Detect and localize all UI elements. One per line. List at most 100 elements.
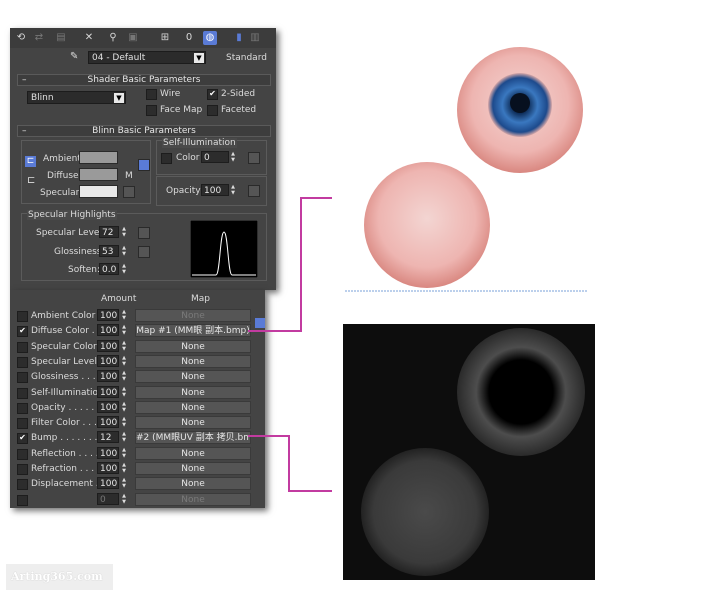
map-enable-checkbox[interactable] (17, 479, 28, 491)
map-amount-field[interactable]: 100 (97, 400, 119, 413)
map-amount-field[interactable]: 100 (97, 309, 119, 321)
face-map-checkbox[interactable] (146, 105, 157, 116)
go-to-parent-icon[interactable]: ▥ (248, 31, 262, 45)
faceted-checkbox[interactable] (207, 105, 218, 116)
map-amount-spinner[interactable]: ▲ ▼ (121, 340, 127, 352)
map-amount-field[interactable]: 100 (97, 416, 119, 429)
map-enable-checkbox[interactable]: ✔ (17, 433, 28, 445)
assign-material-icon[interactable]: ▤ (54, 31, 68, 45)
opacity-map-button[interactable] (248, 185, 260, 197)
material-name-dropdown[interactable]: 04 - Default ▼ (88, 51, 206, 64)
wire-checkbox[interactable] (146, 89, 157, 100)
map-slot-button[interactable]: Map #1 (MM眼 副本.bmp) (135, 324, 251, 338)
map-slot-button[interactable]: None (135, 477, 251, 491)
shader-basic-rollout-header[interactable]: – Shader Basic Parameters (17, 74, 271, 86)
map-amount-spinner[interactable]: ▲ ▼ (121, 447, 127, 459)
two-sided-checkbox[interactable]: ✔ (207, 89, 218, 100)
map-amount-field[interactable]: 0 (97, 492, 119, 505)
map-enable-checkbox[interactable] (17, 494, 28, 506)
self-illum-color-checkbox[interactable] (161, 153, 172, 164)
self-illum-map-button[interactable] (248, 152, 260, 164)
map-amount-field[interactable]: 100 (97, 339, 119, 352)
map-slot-button[interactable]: None (135, 309, 251, 322)
put-to-library-icon[interactable]: ▣ (126, 31, 140, 45)
map-enable-checkbox[interactable]: ✔ (17, 326, 28, 338)
map-enable-checkbox[interactable] (17, 464, 28, 475)
self-illum-spinner[interactable]: ▲ ▼ (230, 151, 236, 163)
material-effects-channel-icon[interactable]: ⊞ (158, 31, 172, 45)
specular-level-label: Specular Level: (36, 228, 105, 238)
diffuse-map-button[interactable]: M (125, 171, 133, 181)
pick-material-icon[interactable]: ⟲ (14, 31, 28, 45)
map-amount-spinner[interactable]: ▲ ▼ (121, 324, 127, 336)
map-slot-button[interactable]: None (135, 354, 251, 368)
map-amount-spinner[interactable]: ▲ ▼ (121, 493, 127, 505)
eyedropper-icon[interactable]: ✎ (70, 51, 78, 62)
lock-diffuse-specular-icon[interactable]: ⊏ (27, 175, 35, 186)
map-amount-field[interactable]: 100 (97, 477, 119, 490)
map-amount-field[interactable]: 100 (97, 324, 119, 337)
glossiness-map-button[interactable] (138, 246, 150, 258)
opacity-value-field[interactable]: 100 (201, 184, 229, 196)
map-amount-spinner[interactable]: ▲ ▼ (121, 401, 127, 413)
shader-type-dropdown[interactable]: Blinn ▼ (27, 91, 126, 104)
map-slot-button[interactable]: None (135, 416, 251, 430)
specular-level-field[interactable]: 72 (99, 226, 119, 238)
map-amount-spinner[interactable]: ▲ ▼ (121, 386, 127, 398)
map-enable-checkbox[interactable] (17, 418, 28, 430)
map-amount-spinner[interactable]: ▲ ▼ (121, 309, 127, 321)
map-amount-field[interactable]: 100 (97, 462, 119, 474)
soften-spinner[interactable]: ▲ ▼ (121, 263, 127, 275)
map-enable-checkbox[interactable] (17, 402, 28, 414)
map-amount-spinner[interactable]: ▲ ▼ (121, 462, 127, 474)
opacity-spinner[interactable]: ▲ ▼ (230, 184, 236, 196)
specular-level-spinner[interactable]: ▲ ▼ (121, 226, 127, 238)
map-amount-spinner[interactable]: ▲ ▼ (121, 477, 127, 489)
map-enable-checkbox[interactable] (17, 356, 28, 368)
map-enable-checkbox[interactable] (17, 448, 28, 460)
map-amount-field[interactable]: 100 (97, 385, 119, 398)
specular-level-map-button[interactable] (138, 227, 150, 239)
map-amount-spinner[interactable]: ▲ ▼ (121, 431, 127, 443)
map-amount-field[interactable]: 12 (97, 431, 119, 444)
ambient-diffuse-lock-button[interactable] (138, 159, 150, 171)
map-slot-button[interactable]: None (135, 339, 251, 353)
map-enable-checkbox[interactable] (17, 341, 28, 353)
specular-color-swatch[interactable] (79, 185, 118, 198)
reset-map-icon[interactable]: ✕ (82, 31, 96, 45)
map-slot-button[interactable]: None (135, 370, 251, 384)
soften-field[interactable]: 0.0 (99, 263, 119, 275)
self-illumination-label: Self-Illumination (162, 138, 237, 148)
make-unique-icon[interactable]: ⚲ (106, 31, 120, 45)
show-map-in-viewport-icon[interactable]: ◍ (203, 31, 217, 45)
map-amount-field[interactable]: 100 (97, 354, 119, 367)
self-illum-value-field[interactable]: 0 (201, 151, 229, 163)
ambient-color-swatch[interactable] (79, 151, 118, 164)
watermark-logo: Arting365.com (6, 564, 113, 590)
put-to-scene-icon[interactable]: ⇄ (32, 31, 46, 45)
map-amount-spinner[interactable]: ▲ ▼ (121, 416, 127, 428)
map-slot-button[interactable]: None (135, 462, 251, 475)
map-enable-checkbox[interactable] (17, 372, 28, 384)
blinn-basic-rollout-header[interactable]: – Blinn Basic Parameters (17, 125, 271, 137)
map-slot-button[interactable]: None (135, 446, 251, 460)
map-side-button[interactable] (255, 318, 265, 328)
map-amount-spinner[interactable]: ▲ ▼ (121, 355, 127, 367)
map-enable-checkbox[interactable] (17, 311, 28, 322)
map-amount-spinner[interactable]: ▲ ▼ (121, 370, 127, 382)
map-slot-button[interactable]: None (135, 492, 251, 506)
map-enable-checkbox[interactable] (17, 387, 28, 399)
map-amount-field[interactable]: 100 (97, 370, 119, 383)
lock-ambient-diffuse-icon[interactable]: ⊏ (25, 156, 36, 167)
map-amount-field[interactable]: 100 (97, 446, 119, 459)
map-slot-button[interactable]: None (135, 385, 251, 399)
effects-channel-number-icon[interactable]: 0 (182, 31, 196, 45)
show-end-result-icon[interactable]: ▮ (232, 31, 246, 45)
diffuse-color-swatch[interactable] (79, 168, 118, 181)
map-slot-button[interactable]: #2 (MM眼UV 副本 拷贝.bmp) (135, 431, 251, 445)
glossiness-spinner[interactable]: ▲ ▼ (121, 245, 127, 257)
map-slot-button[interactable]: None (135, 400, 251, 414)
glossiness-field[interactable]: 53 (99, 245, 119, 257)
specular-map-button[interactable] (123, 186, 135, 198)
material-type-button[interactable]: Standard (226, 53, 267, 63)
